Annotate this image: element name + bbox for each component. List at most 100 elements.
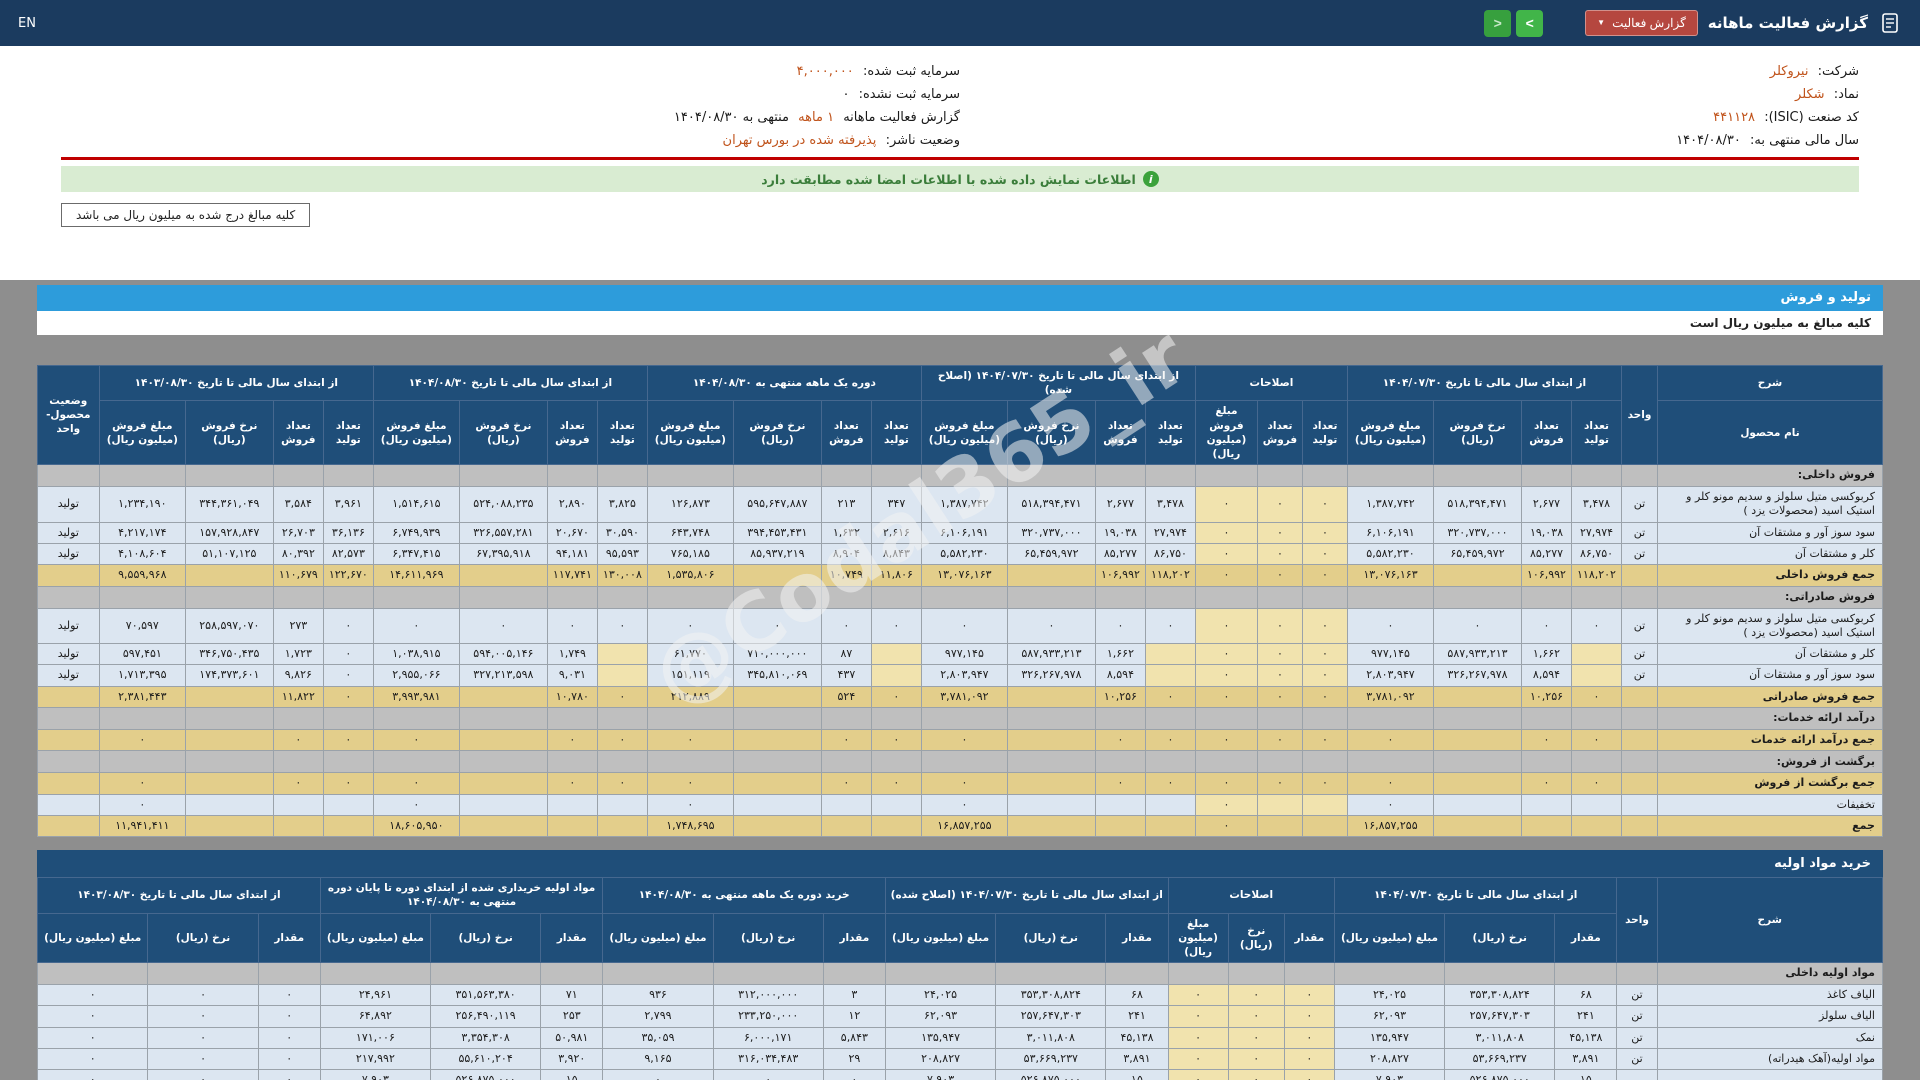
table-cell: ۸۶,۷۵۰ bbox=[1144, 542, 1196, 566]
table-cell: ۱۰,۷۸۰ bbox=[546, 685, 598, 709]
column-header: مبلغ (میلیون ریال) bbox=[884, 912, 997, 964]
table-cell bbox=[732, 585, 822, 609]
table-cell: ۰ bbox=[920, 772, 1008, 795]
table-cell: ۲۰۸,۸۲۷ bbox=[884, 1047, 997, 1071]
section-title-raw-materials: خرید مواد اولیه bbox=[37, 850, 1883, 878]
table-cell: ۱۳,۰۷۶,۱۶۳ bbox=[1346, 564, 1435, 587]
table-cell: ۳۲۶,۵۵۷,۲۸۱ bbox=[458, 521, 548, 544]
table-cell: ۰ bbox=[1346, 728, 1435, 752]
table-cell: جمع درآمد ارائه خدمات bbox=[1657, 728, 1883, 752]
column-header: مبلغ فروش (میلیون ریال) bbox=[646, 400, 734, 466]
table-cell: ۰ bbox=[1167, 1047, 1229, 1071]
table-cell: ۱۳,۰۷۶,۱۶۳ bbox=[920, 564, 1008, 587]
table-cell: تولید bbox=[36, 643, 100, 666]
table-cell: ۱۷۱,۰۰۶ bbox=[319, 1026, 432, 1049]
table-cell bbox=[596, 793, 648, 816]
table-cell: ۲۷,۹۷۴ bbox=[1144, 521, 1196, 544]
period-link[interactable]: ۱ ماهه bbox=[798, 110, 834, 125]
table-cell: ۹,۵۵۹,۹۶۸ bbox=[98, 564, 186, 587]
table-cell bbox=[732, 685, 822, 709]
table-cell: ۰ bbox=[1301, 772, 1348, 795]
table-cell: ۶,۰۰۰,۱۷۱ bbox=[712, 1026, 824, 1049]
language-toggle[interactable]: EN bbox=[18, 16, 36, 31]
table-cell bbox=[596, 643, 648, 666]
table-cell bbox=[820, 814, 872, 838]
table-cell: ۳۲۶,۲۶۷,۹۷۸ bbox=[1433, 664, 1522, 687]
table-cell: ۱,۷۴۸,۶۹۵ bbox=[646, 814, 734, 838]
info-left-column: سرمایه ثبت شده: ۴,۰۰۰,۰۰۰ سرمایه ثبت نشد… bbox=[61, 60, 960, 152]
company-link[interactable]: نیروکلر bbox=[1770, 64, 1809, 79]
table-cell: ۱۹,۰۳۸ bbox=[1094, 521, 1146, 544]
table-cell: ۳,۸۲۵ bbox=[596, 486, 648, 523]
column-header: نرخ فروش (ریال) bbox=[184, 400, 274, 466]
table-cell: ۱۲ bbox=[822, 1005, 886, 1028]
report-type-label: گزارش فعالیت bbox=[1612, 16, 1686, 30]
table-cell bbox=[1433, 814, 1522, 838]
table-cell: ۹۴,۱۸۱ bbox=[546, 542, 598, 566]
column-header: شرح bbox=[1656, 877, 1884, 964]
table-cell bbox=[1256, 750, 1303, 774]
table-cell bbox=[458, 814, 548, 838]
table-cell: ۰ bbox=[1283, 1047, 1335, 1071]
table-cell: ۳۱۲,۰۰۰,۰۰۰ bbox=[712, 984, 824, 1007]
report-type-dropdown[interactable]: گزارش فعالیت ▼ bbox=[1585, 10, 1698, 36]
table-cell bbox=[272, 707, 324, 730]
table-cell bbox=[732, 793, 822, 816]
prev-period-button[interactable]: < bbox=[1484, 9, 1512, 37]
table-cell: ۲۶,۷۰۳ bbox=[272, 521, 324, 544]
table-cell bbox=[870, 793, 922, 816]
table-cell bbox=[322, 750, 374, 774]
table-cell: ۵,۸۴۳ bbox=[822, 1026, 886, 1049]
table-cell bbox=[1301, 793, 1348, 816]
table-cell bbox=[596, 664, 648, 687]
table-cell: ۰ bbox=[36, 1026, 149, 1049]
info-label: سرمایه ثبت نشده: bbox=[858, 87, 960, 102]
table-cell: تن bbox=[1616, 984, 1658, 1007]
table-cell: ۱۳۵,۹۴۷ bbox=[884, 1026, 997, 1049]
table-cell: ۰ bbox=[1433, 607, 1522, 645]
table-cell bbox=[646, 707, 734, 730]
table-cell: ۰ bbox=[646, 607, 734, 645]
table-cell bbox=[1283, 962, 1335, 986]
table-cell: ۵۱۸,۳۹۴,۴۷۱ bbox=[1433, 486, 1522, 523]
table-cell: ۰ bbox=[1346, 607, 1435, 645]
table-cell: ۰ bbox=[272, 772, 324, 795]
table-cell bbox=[372, 464, 460, 488]
table-cell: ۰ bbox=[1227, 1069, 1285, 1080]
table-cell bbox=[1194, 464, 1258, 488]
table-cell bbox=[1301, 585, 1348, 609]
table-cell: ۰ bbox=[98, 793, 186, 816]
table-cell bbox=[1433, 772, 1522, 795]
symbol-link[interactable]: شکلر bbox=[1795, 87, 1825, 102]
table-row: کلر و مشتقات آن تن ۱,۶۶۲ ۵۸۷,۹۳۳,۲۱۳ ۹۷۷,۱۴۵… bbox=[36, 643, 1883, 666]
table-cell bbox=[257, 962, 321, 986]
column-header: مبلغ فروش (میلیون ریال) bbox=[372, 400, 460, 466]
table-cell: ۰ bbox=[1227, 984, 1285, 1007]
table-cell: ۲۵۷,۶۴۷,۳۰۳ bbox=[995, 1005, 1107, 1028]
table-cell bbox=[372, 707, 460, 730]
column-header: اصلاحات bbox=[1167, 877, 1335, 914]
table-cell bbox=[36, 772, 100, 795]
table-cell bbox=[1256, 585, 1303, 609]
column-header: مقدار bbox=[540, 912, 604, 964]
unregistered-capital-value: ۰ bbox=[842, 87, 850, 102]
table-cell: ۰ bbox=[147, 1005, 259, 1028]
next-period-button[interactable]: > bbox=[1516, 9, 1544, 37]
table-cell: فروش صادراتی: bbox=[1657, 585, 1883, 609]
table-cell: ۱۶,۸۵۷,۲۵۵ bbox=[1346, 814, 1435, 838]
table-cell bbox=[1144, 707, 1196, 730]
table-cell: ۰ bbox=[1301, 542, 1348, 566]
table-cell: تخفیفات bbox=[1657, 793, 1883, 816]
table-cell: ۱۲۶,۸۷۳ bbox=[646, 486, 734, 523]
table-cell: تن bbox=[1616, 1005, 1658, 1028]
table-cell: ۱۵ bbox=[1105, 1069, 1169, 1080]
table-cell: ۸,۹۰۴ bbox=[820, 542, 872, 566]
table-cell: ۱۳۰,۰۰۸ bbox=[596, 564, 648, 587]
table-cell: ۰ bbox=[920, 607, 1008, 645]
table-cell: ۶۵,۴۵۹,۹۷۲ bbox=[1433, 542, 1522, 566]
table-cell: ۱,۲۳۴,۱۹۰ bbox=[98, 486, 186, 523]
table-cell bbox=[458, 750, 548, 774]
info-label: کد صنعت (ISIC): bbox=[1764, 110, 1859, 125]
column-header: وضعیت محصول-واحد bbox=[36, 364, 100, 466]
isic-field: کد صنعت (ISIC): ۴۴۱۱۲۸ bbox=[960, 106, 1859, 129]
